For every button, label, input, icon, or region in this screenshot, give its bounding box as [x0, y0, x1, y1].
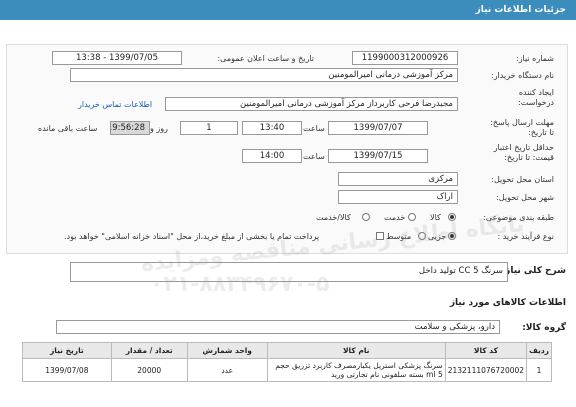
- announce-field: 1399/07/05 - 13:38: [52, 51, 182, 65]
- remaining-time-field: 19:56:28: [110, 121, 150, 135]
- validity-date-field: 1399/07/15: [328, 149, 428, 163]
- validity-label: حداقل تاریخ اعتبار قیمت: تا تاریخ:: [493, 143, 554, 162]
- table-row: 1 2132111076720002 سرنگ پزشکی استریل یکب…: [22, 358, 552, 382]
- goods-group-field: دارو، پزشکی و سلامت: [56, 320, 500, 334]
- days-field: 1: [180, 121, 238, 135]
- category-both-label: کالا/خدمت: [316, 213, 351, 222]
- goods-group-label: گروه کالا:: [522, 323, 566, 333]
- page-title: جزئیات اطلاعات نیاز: [475, 5, 566, 15]
- process-medium-label: متوسط: [386, 232, 412, 241]
- col-qty: تعداد / مقدار: [110, 342, 188, 359]
- remaining-label: ساعت باقی مانده: [38, 124, 98, 133]
- need-number-label: شماره نیاز:: [516, 54, 554, 63]
- cell-date: 1399/07/08: [22, 358, 112, 382]
- city-label: شهر محل تحویل:: [496, 193, 554, 202]
- goods-table: ردیف کد کالا نام کالا واحد شمارش تعداد /…: [22, 342, 552, 382]
- deadline-time-field: 13:40: [242, 121, 302, 135]
- col-name: نام کالا: [266, 342, 446, 359]
- buyer-label: نام دستگاه خریدار:: [491, 71, 554, 80]
- process-medium-radio[interactable]: [418, 232, 426, 240]
- table-header-row: ردیف کد کالا نام کالا واحد شمارش تعداد /…: [22, 342, 552, 359]
- category-service-label: خدمت: [384, 213, 406, 222]
- creator-field: مجیدرضا فرحی کاربرداز مرکز آموزشی درمانی…: [165, 97, 458, 111]
- validity-time-field: 14:00: [242, 149, 302, 163]
- goods-section-title: اطلاعات کالاهای مورد نیاز: [449, 298, 566, 308]
- cell-index: 1: [526, 358, 552, 382]
- category-label: طبقه بندی موضوعی:: [483, 213, 554, 222]
- cell-unit: عدد: [186, 358, 268, 382]
- validity-time-label: ساعت: [303, 152, 325, 161]
- page-header: جزئیات اطلاعات نیاز: [0, 0, 576, 20]
- treasury-payment-note: پرداخت تمام یا بخشی از مبلغ خرید،از محل …: [64, 232, 320, 241]
- creator-label: ایجاد کننده درخواست:: [518, 88, 554, 107]
- summary-field: سرنگ CC 5 تولید داخل: [70, 262, 508, 282]
- cell-qty: 20000: [110, 358, 188, 382]
- col-code: کد کالا: [444, 342, 528, 359]
- announce-label: تاریخ و ساعت اعلان عمومی:: [217, 54, 314, 63]
- category-goods-label: کالا: [430, 213, 441, 222]
- buyer-contact-link[interactable]: اطلاعات تماس خریدار: [78, 100, 152, 109]
- deadline-label: مهلت ارسال پاسخ: تا تاریخ:: [490, 118, 554, 137]
- province-field: مرکزی: [338, 172, 458, 186]
- category-goods-radio[interactable]: [448, 213, 456, 221]
- col-unit: واحد شمارش: [186, 342, 268, 359]
- need-number-field: 1199000312000926: [352, 51, 458, 65]
- summary-label: شرح کلی نیاز:: [501, 266, 566, 276]
- category-service-radio[interactable]: [408, 213, 416, 221]
- city-field: اراک: [338, 190, 458, 204]
- deadline-time-label: ساعت: [303, 124, 325, 133]
- process-minor-radio[interactable]: [448, 232, 456, 240]
- days-label: روز و: [150, 124, 168, 133]
- buyer-field: مرکز آموزشی درمانی امیرالمومنین: [70, 68, 458, 82]
- process-minor-label: جزیی: [428, 232, 447, 241]
- deadline-date-field: 1399/07/07: [328, 121, 428, 135]
- process-label: نوع فرآیند خرید :: [497, 232, 554, 241]
- col-index: ردیف: [526, 342, 552, 359]
- category-both-radio[interactable]: [362, 213, 370, 221]
- col-date: تاریخ نیاز: [22, 342, 112, 359]
- treasury-payment-checkbox[interactable]: [376, 232, 384, 240]
- province-label: استان محل تحویل:: [491, 175, 554, 184]
- cell-name: سرنگ پزشکی استریل یکبارمصرف کاربرد تزریق…: [266, 358, 446, 382]
- cell-code: 2132111076720002: [444, 358, 528, 382]
